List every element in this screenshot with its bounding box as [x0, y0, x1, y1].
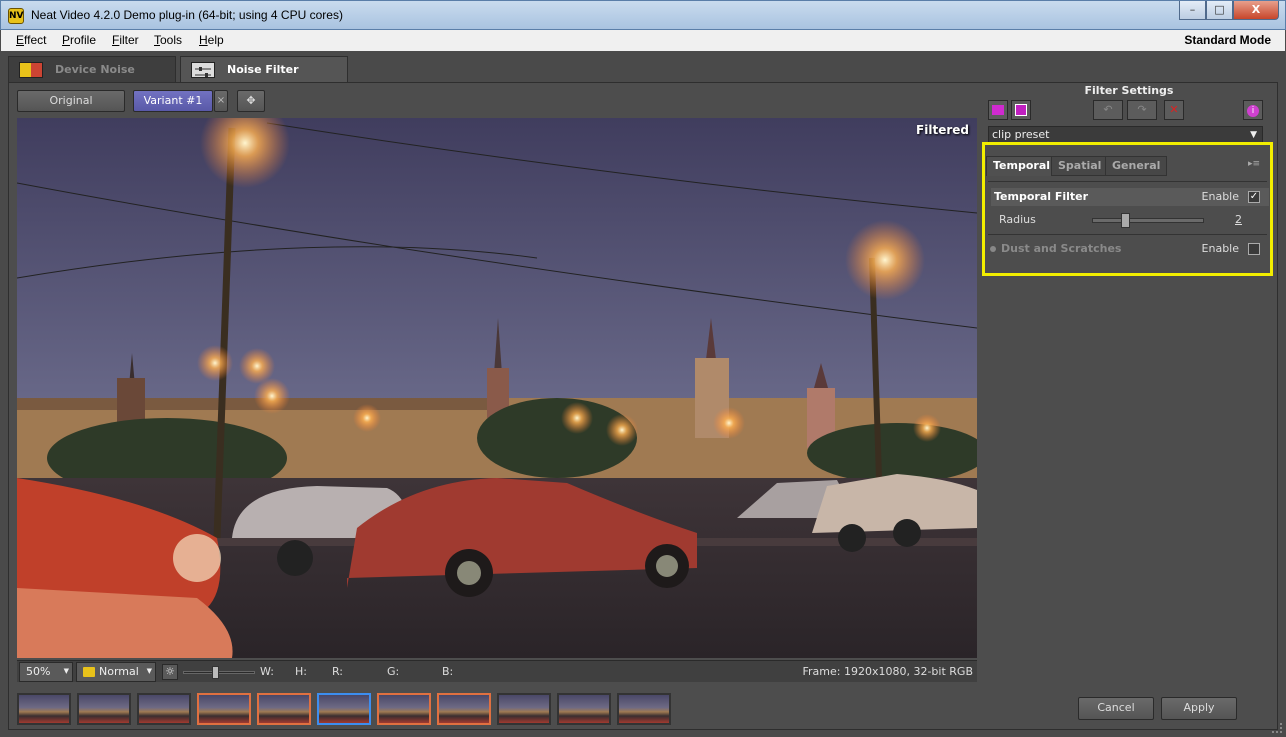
add-variant-icon: ✥: [246, 94, 256, 107]
brightness-slider-handle[interactable]: [212, 666, 219, 679]
sliders-icon: [191, 62, 215, 78]
status-bar: 50% ▼ Normal ▼ ☼ W: H: R: G: B: Frame: 192…: [17, 660, 977, 682]
frame-thumbnail[interactable]: [257, 693, 311, 725]
folder-open-icon: [992, 105, 1004, 115]
frame-thumbnail[interactable]: [617, 693, 671, 725]
info-button[interactable]: i: [1243, 100, 1263, 120]
frame-thumbnail[interactable]: [377, 693, 431, 725]
frame-thumbnail[interactable]: [77, 693, 131, 725]
tab-temporal[interactable]: Temporal: [986, 156, 1058, 176]
menu-filter[interactable]: Filter: [112, 33, 139, 47]
radius-slider[interactable]: [1092, 213, 1204, 228]
dropdown-arrow-icon: ▼: [1250, 130, 1257, 140]
dropdown-arrow-icon: ▼: [63, 667, 69, 675]
width-readout: W:: [260, 665, 274, 678]
delete-icon: ✕: [1169, 103, 1179, 116]
add-variant-button[interactable]: ✥: [237, 90, 265, 112]
cancel-button[interactable]: Cancel: [1078, 697, 1154, 720]
video-preview[interactable]: Filtered: [17, 118, 977, 658]
undo-button[interactable]: ↶: [1093, 100, 1123, 120]
redo-button[interactable]: ↷: [1127, 100, 1157, 120]
dropdown-arrow-icon: ▼: [146, 667, 152, 675]
frame-thumbnail[interactable]: [137, 693, 191, 725]
radius-slider-handle[interactable]: [1121, 213, 1130, 228]
frame-thumbnail[interactable]: [317, 693, 371, 725]
view-mode-select[interactable]: Normal ▼: [76, 662, 156, 682]
menu-tools[interactable]: Tools: [154, 33, 182, 47]
tab-general[interactable]: General: [1105, 156, 1168, 176]
profile-icon: [19, 62, 43, 78]
title-bar: NV Neat Video 4.2.0 Demo plug-in (64-bit…: [0, 0, 1286, 30]
frame-thumbnail[interactable]: [17, 693, 71, 725]
original-button[interactable]: Original: [17, 90, 125, 112]
save-preset-button[interactable]: [1011, 100, 1031, 120]
temporal-settings-highlight: Temporal Spatial General ▸≡ Temporal Fil…: [982, 142, 1273, 276]
filtered-badge: Filtered: [916, 123, 969, 137]
close-variant-button[interactable]: ×: [214, 90, 228, 112]
mode-switch[interactable]: Standard Mode: [1184, 33, 1271, 47]
frame-thumbnail[interactable]: [197, 693, 251, 725]
panel-menu-icon[interactable]: ▸≡: [1248, 159, 1260, 169]
tab-spatial[interactable]: Spatial: [1051, 156, 1109, 176]
menu-profile[interactable]: Profile: [62, 33, 96, 47]
maximize-button[interactable]: □: [1206, 1, 1233, 20]
redo-icon: ↷: [1137, 103, 1147, 116]
brightness-icon: ☼: [162, 664, 178, 680]
open-preset-button[interactable]: [988, 100, 1008, 120]
window-controls: – □ X: [1179, 1, 1279, 20]
brightness-slider[interactable]: [183, 666, 255, 679]
resize-grip-icon[interactable]: [1272, 723, 1282, 733]
info-icon: i: [1247, 105, 1259, 117]
green-readout: G:: [387, 665, 400, 678]
height-readout: H:: [295, 665, 307, 678]
frame-thumbnail[interactable]: [557, 693, 611, 725]
reset-button[interactable]: ✕: [1164, 100, 1184, 120]
frame-thumbnail[interactable]: [497, 693, 551, 725]
frame-thumbnail[interactable]: [437, 693, 491, 725]
city-night-photo: [17, 118, 977, 658]
apply-button[interactable]: Apply: [1161, 697, 1237, 720]
dust-scratches-row: Dust and Scratches Enable: [990, 240, 1269, 258]
close-button[interactable]: X: [1233, 1, 1279, 20]
menu-help[interactable]: Help: [199, 33, 224, 47]
collapse-dot-icon[interactable]: [990, 246, 996, 252]
filter-settings-title: Filter Settings: [1084, 84, 1174, 97]
tab-device-noise-profile[interactable]: Device Noise Profile: [8, 56, 176, 102]
neat-video-app-icon: NV: [8, 8, 24, 24]
minimize-button[interactable]: –: [1179, 1, 1206, 20]
temporal-filter-row: Temporal Filter Enable ✓: [991, 188, 1269, 206]
undo-icon: ↶: [1103, 103, 1113, 116]
menu-effect[interactable]: Effect: [16, 33, 46, 47]
blue-readout: B:: [442, 665, 454, 678]
save-icon: [1015, 104, 1027, 116]
folder-icon: [83, 667, 95, 677]
radius-label: Radius: [999, 213, 1036, 226]
menu-bar: Effect Profile Filter Tools Help Standar…: [1, 30, 1285, 51]
frame-info: Frame: 1920x1080, 32-bit RGB: [802, 665, 974, 678]
red-readout: R:: [332, 665, 344, 678]
variant-button[interactable]: Variant #1: [133, 90, 213, 112]
zoom-select[interactable]: 50% ▼: [19, 662, 73, 682]
window-title: Neat Video 4.2.0 Demo plug-in (64-bit; u…: [31, 8, 343, 22]
radius-value[interactable]: 2: [1235, 213, 1242, 226]
dust-scratches-enable-checkbox[interactable]: [1248, 243, 1260, 255]
temporal-filter-enable-checkbox[interactable]: ✓: [1248, 191, 1260, 203]
tab-noise-filter-settings[interactable]: Noise Filter Settings: [180, 56, 348, 102]
